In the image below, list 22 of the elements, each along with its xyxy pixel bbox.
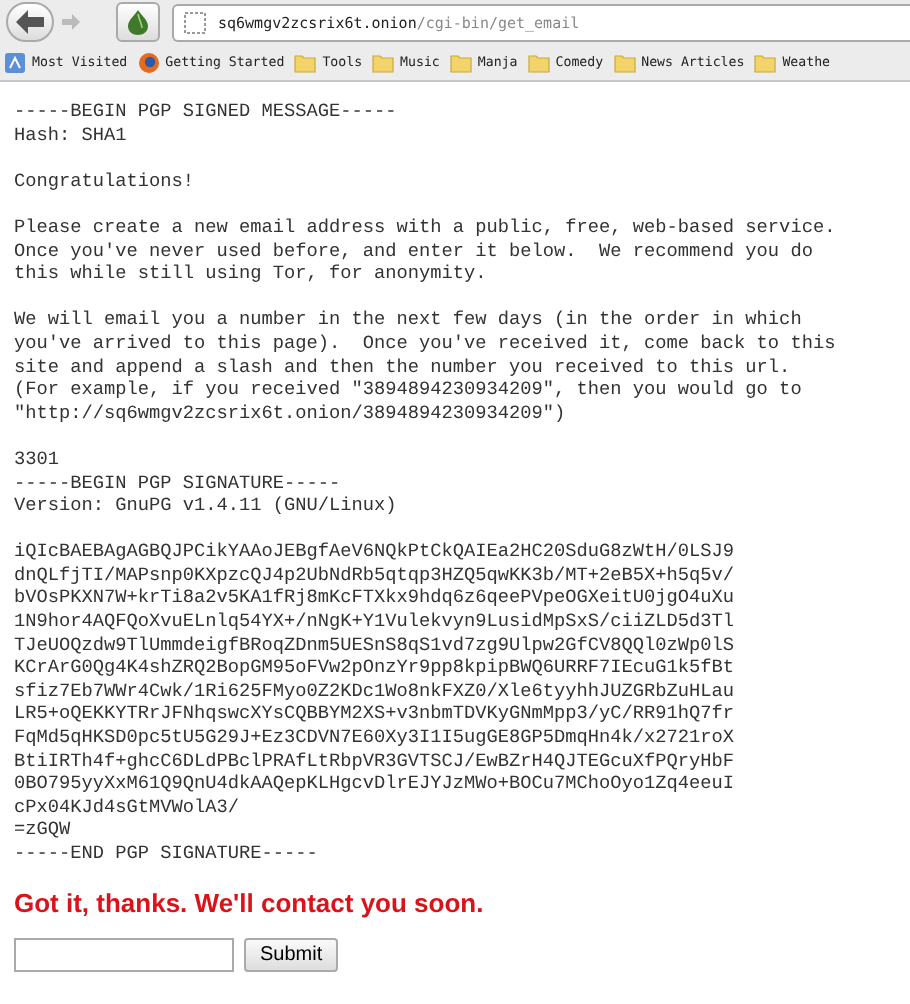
back-arrow-icon bbox=[14, 8, 46, 36]
bookmark-list-icon bbox=[4, 51, 26, 73]
folder-icon bbox=[294, 51, 317, 73]
pgp-message-text: Please create a new email address with a public, free, web-based service. Once you've never used before, and enter it below. We recommend you do this while still using Tor, for anonymity. bbox=[14, 215, 838, 286]
pgp-message-text: iQIcBAEBAgAGBQJPCikYAAoJEBgfAeV6NQkPtCkQAIEa2HC20SduG8zWtH/0LSJ9 dnQLfjTI/MAPsnp0KXpzcQJ4p2UbNdRb5qtqp3HZQ5qwKK3b/MT+2eB5X+h5q5v/ bVOsPKXN7W+krTi8a2v5KA1fRj8mKcFTXkx9hdq6z6qeePVpeOGXeitU0jgO4uXu 1N9hor4AQFQoXvuELnlq54YX+/nNgK+Y1Vulekvyn9LusidMpSxS/ciiZLD5d3Tl TJeUOQzdw9TlUmmdeigfBRoqZDnm5UESnS8qS1vd7zg9Ulpw2GfCV8QQl0zWp0lS KCrArG0Qg4K4shZRQ2BopGM95oFVw2pOnzYr9pp8kpipBWQ6URRF7IEcuG1k5fBt sfiz7Eb7WWr4Cwk/1Ri625FMyo0Z2KDc1Wo8nkFXZ0/Xle6tyyhhJUZGRbZuHLau LR5+oQEKKYTRrJFNhqswcXYsCQBBYM2XS+v3nbmTDVKyGNmMpp3/yC/RR91hQ7fr FqMd5qHKSD0pc5tU5G29J+Ez3CDVN7E60Xy3I1I5ugGE8GP5DmqHn4k/x2721roX BtiIRTh4f+ghcC6DLdPBclPRAfLtRbpVR3GVTSCJ/EwBZrH4QJTEGcuXfPQryHbF 0BO795yyXxM61Q9QnU4dkAAQepKLHgcvDlrEJYJzMWo+BOCu7MChoOyo1Zq4eeuI cPx04KJd4sGtMVWolA3/ =zGQW -----END PGP SIGNATURE----- bbox=[14, 540, 737, 866]
submit-button[interactable]: Submit bbox=[244, 938, 339, 973]
browser-logo-icon bbox=[137, 51, 160, 73]
folder-icon bbox=[754, 51, 777, 73]
back-button[interactable] bbox=[6, 2, 54, 42]
confirmation-message: Got it, thanks. We'll contact you soon. bbox=[14, 888, 486, 919]
email-input-field[interactable] bbox=[14, 938, 234, 973]
pgp-message-text: We will email you a number in the next few days (in the order in which you've arrived to this page). Once you've received it, come back to this site and append a slash and then the number you received to this url. (For example, if you received "3894894230934209", then you would go to "http://sq6wmgv2zcsrix6t.onion/3894894230934209") bbox=[14, 308, 838, 425]
site-identity-icon bbox=[184, 11, 206, 33]
folder-icon bbox=[613, 51, 636, 73]
pgp-message-text: Congratulations! bbox=[14, 169, 197, 193]
onion-button[interactable] bbox=[116, 2, 160, 42]
folder-icon bbox=[527, 51, 550, 73]
pgp-message-text: 3301 -----BEGIN PGP SIGNATURE----- Version: GnuPG v1.4.11 (GNU/Linux) bbox=[14, 447, 399, 518]
folder-icon bbox=[372, 51, 395, 73]
pgp-message-text: -----BEGIN PGP SIGNED MESSAGE----- Hash: SHA1 bbox=[14, 100, 399, 147]
onion-icon bbox=[126, 8, 150, 36]
folder-icon bbox=[449, 51, 472, 73]
